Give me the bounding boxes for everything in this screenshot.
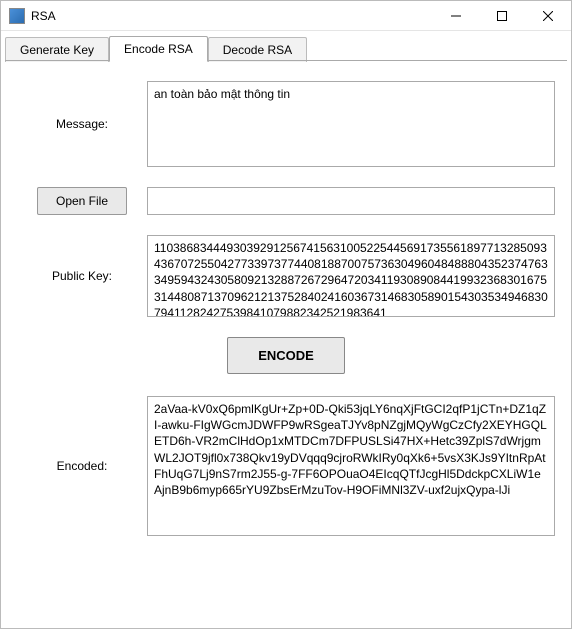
encoded-output[interactable] bbox=[147, 396, 555, 536]
tab-bar: Generate Key Encode RSA Decode RSA bbox=[1, 31, 571, 61]
message-label: Message: bbox=[17, 117, 147, 131]
window-title: RSA bbox=[31, 9, 56, 23]
titlebar: RSA bbox=[1, 1, 571, 31]
encoded-label: Encoded: bbox=[17, 459, 147, 473]
tab-panel-encode: Message: Open File Public Key: ENCODE En… bbox=[1, 61, 571, 572]
close-button[interactable] bbox=[525, 1, 571, 31]
close-icon bbox=[543, 11, 553, 21]
minimize-button[interactable] bbox=[433, 1, 479, 31]
minimize-icon bbox=[451, 11, 461, 21]
maximize-icon bbox=[497, 11, 507, 21]
file-path-input[interactable] bbox=[147, 187, 555, 215]
public-key-label: Public Key: bbox=[17, 269, 147, 283]
app-icon bbox=[9, 8, 25, 24]
open-file-button[interactable]: Open File bbox=[37, 187, 127, 215]
maximize-button[interactable] bbox=[479, 1, 525, 31]
public-key-input[interactable] bbox=[147, 235, 555, 317]
encode-button[interactable]: ENCODE bbox=[227, 337, 345, 374]
message-input[interactable] bbox=[147, 81, 555, 167]
tab-encode-rsa[interactable]: Encode RSA bbox=[109, 36, 208, 62]
tab-generate-key[interactable]: Generate Key bbox=[5, 37, 109, 62]
tab-decode-rsa[interactable]: Decode RSA bbox=[208, 37, 307, 62]
